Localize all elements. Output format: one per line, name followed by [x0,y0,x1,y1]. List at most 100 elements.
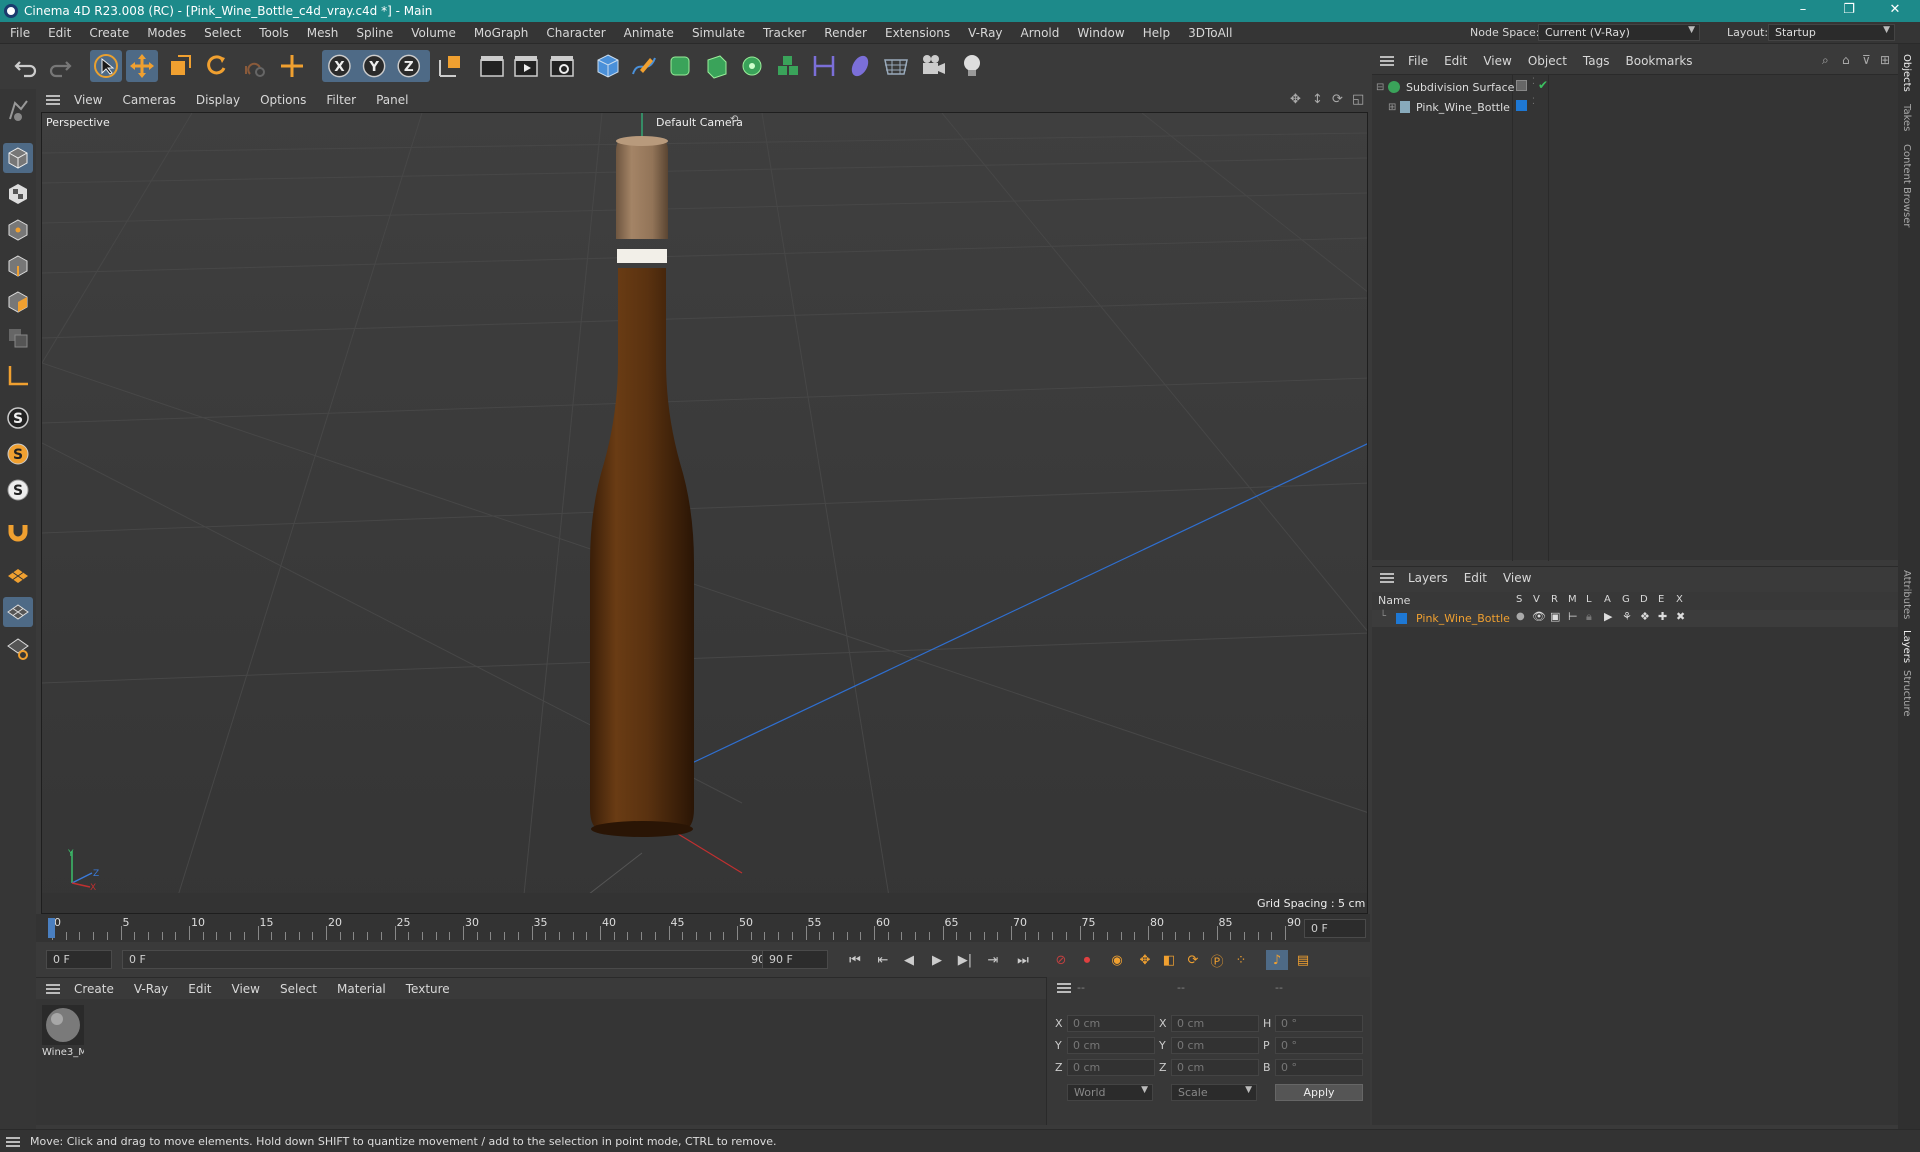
coord-rot-p-field[interactable]: 0 ° [1275,1037,1363,1054]
viewport-rotate-icon[interactable]: ⟳ [1332,92,1343,107]
tab-takes[interactable]: Takes [1901,104,1912,131]
rotation-key-icon[interactable]: ⟳ [1182,950,1204,970]
xref-icon[interactable]: ✖ [1676,610,1685,623]
menu-edit[interactable]: Edit [48,26,71,40]
expressions-icon[interactable]: ✚ [1658,610,1667,623]
timeline-options-icon[interactable]: ♪ [1266,950,1288,970]
polygon-mode-button[interactable] [3,287,33,317]
tab-layers[interactable]: Layers [1901,630,1912,663]
move-tool-button[interactable] [126,50,158,82]
light-button[interactable] [956,50,988,82]
menu-3dtoall[interactable]: 3DToAll [1188,26,1232,40]
add-transform-button[interactable] [276,50,308,82]
next-frame-button[interactable]: ▶| [954,950,976,970]
layer-name[interactable]: Pink_Wine_Bottle [1416,612,1510,625]
render-settings-button[interactable] [546,50,578,82]
viewport-menu-cameras[interactable]: Cameras [122,93,175,107]
layout-dropdown[interactable]: Startup ▼ [1768,24,1895,41]
animation-icon[interactable]: ▶ [1604,610,1612,623]
cube-object-button[interactable] [592,50,624,82]
viewport-maximize-icon[interactable]: ◱ [1352,92,1364,107]
menu-modes[interactable]: Modes [147,26,186,40]
generators-icon[interactable]: ⚘ [1622,610,1632,623]
parameter-key-icon[interactable]: Ⓟ [1206,950,1228,970]
edge-mode-button[interactable] [3,251,33,281]
render-view-button[interactable] [476,50,508,82]
uv-mode-button[interactable] [3,323,33,353]
floor-button[interactable] [880,50,912,82]
object-menu-icon[interactable] [1380,54,1394,68]
record-keys-icon[interactable]: ⊘ [1050,950,1072,970]
coord-size-x-field[interactable]: 0 cm [1171,1015,1259,1032]
object-menu-view[interactable]: View [1483,54,1511,68]
menu-help[interactable]: Help [1143,26,1170,40]
coord-mode-dropdown[interactable]: World ▼ [1067,1084,1153,1101]
mograph-fracture-button[interactable] [772,50,804,82]
material-menu-material[interactable]: Material [337,982,386,996]
next-key-button[interactable]: ⇥ [982,950,1004,970]
deformer-button[interactable] [808,50,840,82]
material-swatch[interactable]: Wine3_M [42,1005,84,1059]
current-frame-field[interactable]: 0 F [1304,919,1366,938]
render-picture-viewer-button[interactable] [510,50,542,82]
snap-button[interactable]: S [3,403,33,433]
deformers-icon[interactable]: ❖ [1640,610,1650,623]
menu-render[interactable]: Render [824,26,867,40]
snap-settings-button[interactable]: S [3,439,33,469]
menu-window[interactable]: Window [1077,26,1124,40]
solo-icon[interactable]: ● [1516,611,1525,622]
menu-spline[interactable]: Spline [356,26,393,40]
coord-scale-dropdown[interactable]: Scale ▼ [1171,1084,1257,1101]
model-mode-button[interactable] [3,143,33,173]
material-menu-vray[interactable]: V-Ray [134,982,168,996]
menu-mesh[interactable]: Mesh [307,26,339,40]
render-icon[interactable]: ▣ [1550,610,1560,623]
layer-menu-icon[interactable] [1380,571,1394,585]
tab-structure[interactable]: Structure [1901,670,1912,717]
apply-button[interactable]: Apply [1275,1084,1363,1101]
coordinate-system-button[interactable] [434,50,466,82]
material-menu-edit[interactable]: Edit [188,982,211,996]
material-menu-texture[interactable]: Texture [406,982,450,996]
expand-icon[interactable]: ⊞ [1388,102,1400,113]
tab-content-browser[interactable]: Content Browser [1901,144,1912,227]
recent-tools-button[interactable] [238,50,270,82]
layer-slot-icon[interactable] [1516,80,1527,91]
object-row-subdivision[interactable]: ⊟ Subdivision Surface ⁚ ✔ [1376,77,1896,95]
point-level-key-icon[interactable]: ⁘ [1230,950,1252,970]
camera-button[interactable] [918,50,950,82]
coord-pos-z-field[interactable]: 0 cm [1067,1059,1155,1076]
start-frame-field[interactable]: 0 F [46,950,112,969]
node-space-dropdown[interactable]: Current (V-Ray) ▼ [1538,24,1700,41]
viewport-menu-display[interactable]: Display [196,93,240,107]
restore-button[interactable]: ❐ [1826,2,1872,20]
new-panel-icon[interactable]: ⊞ [1880,53,1890,67]
magnet-button[interactable] [3,515,33,545]
position-key-icon[interactable]: ✥ [1134,950,1156,970]
enabled-check-icon[interactable]: ✔ [1538,78,1548,92]
material-menu-create[interactable]: Create [74,982,114,996]
frame-range-slider[interactable]: 0 F 90 F [122,950,784,969]
previous-key-button[interactable]: ⇤ [872,950,894,970]
viewport-menu-options[interactable]: Options [260,93,306,107]
layer-row[interactable]: └ Pink_Wine_Bottle ● 👁 ▣ ⊢ 🔒︎ ▶ ⚘ ❖ ✚ ✖ [1372,610,1898,627]
pen-spline-button[interactable] [628,50,660,82]
filmstrip-icon[interactable]: ▤ [1292,950,1314,970]
object-menu-tags[interactable]: Tags [1583,54,1610,68]
material-menu-view[interactable]: View [232,982,260,996]
material-menu-select[interactable]: Select [280,982,317,996]
object-menu-file[interactable]: File [1408,54,1428,68]
menu-animate[interactable]: Animate [624,26,674,40]
coord-rot-h-field[interactable]: 0 ° [1275,1015,1363,1032]
extrude-button[interactable] [700,50,732,82]
filter-icon[interactable]: ⊽ [1862,53,1871,67]
object-menu-edit[interactable]: Edit [1444,54,1467,68]
viewport-menu-panel[interactable]: Panel [376,93,408,107]
visibility-dots-icon[interactable]: ⁚ [1532,77,1535,87]
coord-pos-x-field[interactable]: 0 cm [1067,1015,1155,1032]
layer-menu-view[interactable]: View [1503,571,1531,585]
lock-icon[interactable]: 🔒︎ [1586,610,1592,624]
material-menu-icon[interactable] [46,982,60,996]
rotate-tool-button[interactable] [200,50,232,82]
viewport-move-icon[interactable]: ✥ [1290,92,1301,107]
